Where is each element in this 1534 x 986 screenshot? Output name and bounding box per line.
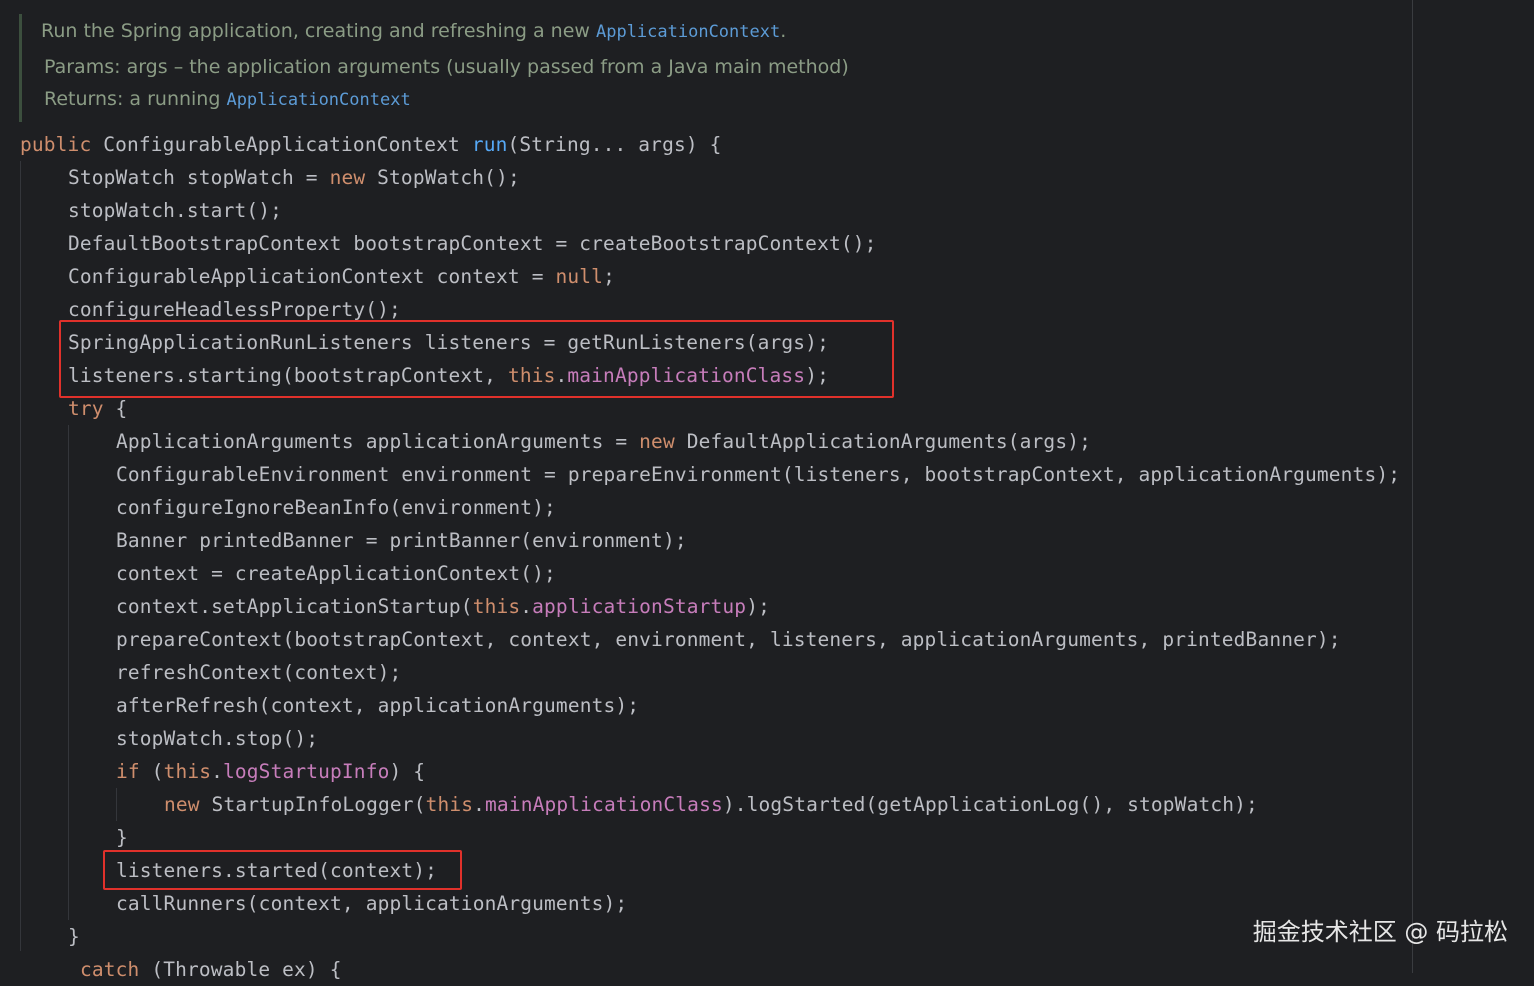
code-line[interactable]: public ConfigurableApplicationContext ru… (20, 128, 722, 161)
code-line[interactable]: } (68, 920, 80, 953)
doc-returns-code: ApplicationContext (226, 90, 411, 110)
code-token: new (329, 166, 366, 189)
code-token: . (211, 760, 224, 783)
code-token: DefaultBootstrapContext bootstrapContext… (68, 232, 877, 255)
code-token: ConfigurableEnvironment environment = pr… (116, 463, 1401, 486)
code-token: . (473, 793, 486, 816)
code-token: mainApplicationClass (485, 793, 723, 816)
code-token: } (68, 925, 80, 948)
code-token: afterRefresh(context, applicationArgumen… (116, 694, 640, 717)
code-token: run (471, 133, 508, 156)
code-line[interactable]: context.setApplicationStartup(this.appli… (116, 590, 770, 623)
watermark: 掘金技术社区 @ 码拉松 (1252, 918, 1508, 946)
code-token: null (555, 265, 604, 288)
code-token: logStartupInfo (223, 760, 390, 783)
code-line[interactable]: listeners.started(context); (116, 854, 437, 887)
code-token: refreshContext(context); (116, 661, 402, 684)
code-token: ); (746, 595, 770, 618)
code-line[interactable]: StopWatch stopWatch = new StopWatch(); (68, 161, 520, 194)
code-token: } (116, 826, 128, 849)
code-line[interactable]: context = createApplicationContext(); (116, 557, 556, 590)
code-token: stopWatch.stop(); (116, 727, 319, 750)
code-line[interactable]: } (116, 821, 128, 854)
code-token: context = createApplicationContext(); (116, 562, 556, 585)
code-line[interactable]: stopWatch.start(); (68, 194, 282, 227)
code-line[interactable]: try { (68, 392, 127, 425)
code-token: mainApplicationClass (567, 364, 806, 387)
code-token: stopWatch.start(); (68, 199, 283, 222)
code-line[interactable]: configureHeadlessProperty(); (68, 293, 401, 326)
code-token: ); (805, 364, 829, 387)
code-token: applicationStartup (532, 595, 747, 618)
code-token: new (639, 430, 675, 453)
code-token: configureIgnoreBeanInfo(environment); (116, 496, 556, 519)
code-line[interactable]: SpringApplicationRunListeners listeners … (68, 326, 829, 359)
code-token: listeners.starting(bootstrapContext, (68, 364, 508, 387)
code-token: if (116, 760, 140, 783)
code-token: ApplicationArguments applicationArgument… (116, 430, 640, 453)
right-margin-guide (1412, 0, 1413, 973)
code-token: . (555, 364, 568, 387)
indent-guide-try (68, 425, 69, 920)
code-line[interactable]: refreshContext(context); (116, 656, 401, 689)
code-token: callRunners(context, applicationArgument… (116, 892, 628, 915)
code-token: listeners.started(context); (116, 859, 438, 882)
code-token: ( (139, 760, 164, 783)
code-token: ConfigurableApplicationContext (91, 133, 472, 156)
code-line[interactable]: Banner printedBanner = printBanner(envir… (116, 524, 687, 557)
doc-params: Params: args – the application arguments… (44, 56, 849, 78)
indent-guide-if (116, 788, 117, 821)
code-token: catch (80, 958, 140, 981)
code-token: ConfigurableApplicationContext context = (68, 265, 556, 288)
code-token: context.setApplicationStartup( (116, 595, 473, 618)
doc-summary: Run the Spring application, creating and… (41, 20, 787, 42)
code-line[interactable]: ConfigurableEnvironment environment = pr… (116, 458, 1400, 491)
code-token: DefaultApplicationArguments(args); (674, 430, 1091, 453)
code-token: new (164, 793, 200, 816)
code-token: this (425, 793, 474, 816)
code-token: this (507, 364, 556, 387)
doc-returns: Returns: a running ApplicationContext (44, 88, 411, 110)
code-line[interactable]: ConfigurableApplicationContext context =… (68, 260, 615, 293)
code-token: ) { (389, 760, 426, 783)
code-token: this (163, 760, 212, 783)
code-line[interactable]: if (this.logStartupInfo) { (116, 755, 425, 788)
code-token: (String... args) { (507, 133, 722, 156)
code-token: SpringApplicationRunListeners listeners … (68, 331, 829, 354)
code-token: . (520, 595, 533, 618)
code-token: StopWatch(); (365, 166, 520, 189)
doc-comment-bar (19, 14, 22, 122)
code-line[interactable]: listeners.starting(bootstrapContext, thi… (68, 359, 829, 392)
code-token: ).logStarted(getApplicationLog(), stopWa… (722, 793, 1258, 816)
code-token: (Throwable ex) { (139, 958, 342, 981)
code-token: public (20, 133, 92, 156)
code-line[interactable]: DefaultBootstrapContext bootstrapContext… (68, 227, 877, 260)
code-token: Banner printedBanner = printBanner(envir… (116, 529, 687, 552)
code-token: configureHeadlessProperty(); (68, 298, 401, 321)
indent-guide-method (20, 161, 21, 951)
code-line[interactable]: callRunners(context, applicationArgument… (116, 887, 627, 920)
code-token: StopWatch stopWatch = (68, 166, 330, 189)
code-token: this (472, 595, 521, 618)
code-line[interactable]: stopWatch.stop(); (116, 722, 318, 755)
code-token: StartupInfoLogger( (199, 793, 426, 816)
code-token: try (68, 397, 104, 420)
code-line[interactable]: prepareContext(bootstrapContext, context… (116, 623, 1341, 656)
code-line[interactable]: catch (Throwable ex) { (80, 953, 342, 986)
code-token: { (103, 397, 128, 420)
code-line[interactable]: configureIgnoreBeanInfo(environment); (116, 491, 556, 524)
code-line[interactable]: ApplicationArguments applicationArgument… (116, 425, 1091, 458)
code-token: ; (603, 265, 615, 288)
code-token: prepareContext(bootstrapContext, context… (116, 628, 1341, 651)
doc-summary-code: ApplicationContext (595, 22, 781, 42)
code-line[interactable]: afterRefresh(context, applicationArgumen… (116, 689, 639, 722)
code-line[interactable]: new StartupInfoLogger(this.mainApplicati… (164, 788, 1258, 821)
